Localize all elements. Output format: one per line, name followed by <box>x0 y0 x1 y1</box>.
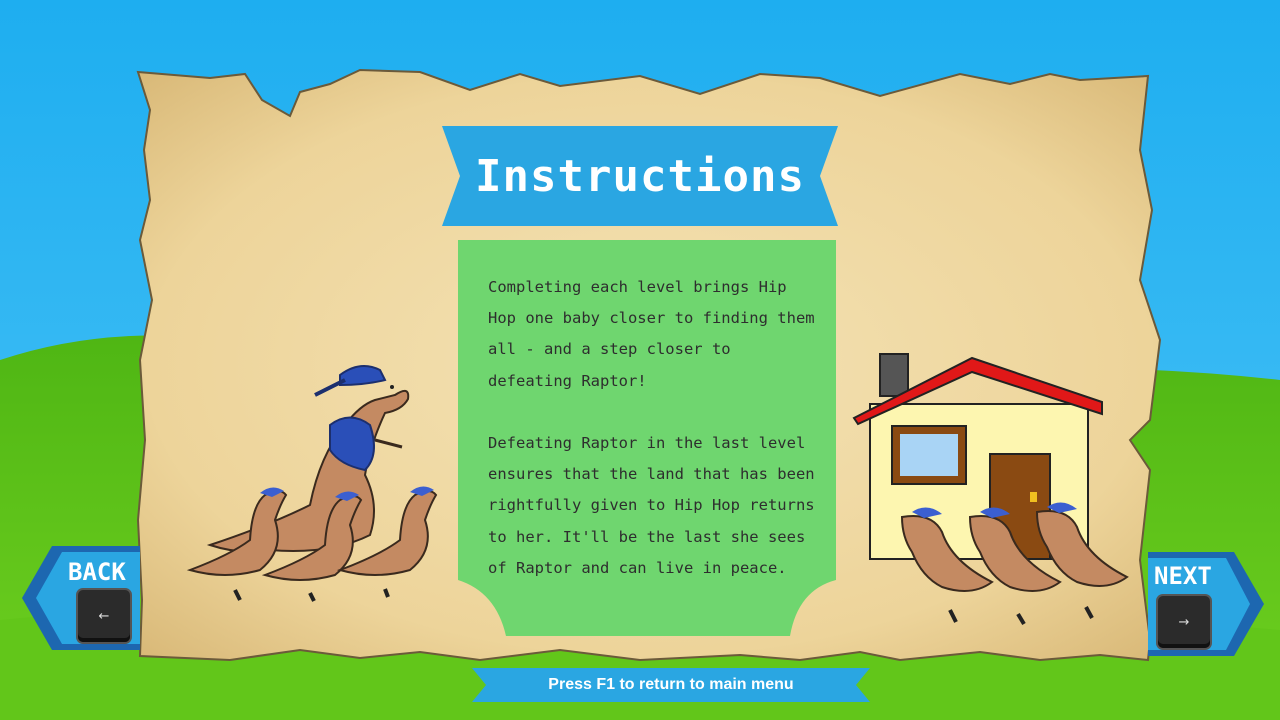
page-title: Instructions <box>475 150 805 202</box>
instructions-text: Completing each level brings Hip Hop one… <box>488 272 822 584</box>
left-arrow-key-icon: ← <box>78 590 130 642</box>
instructions-paragraph-2: Defeating Raptor in the last level ensur… <box>488 434 815 577</box>
return-to-menu-hint: Press F1 to return to main menu <box>548 676 794 693</box>
instructions-paragraph-1: Completing each level brings Hip Hop one… <box>488 278 815 390</box>
back-button[interactable]: BACK ← <box>22 546 140 650</box>
kangaroo-mother-icon <box>206 365 410 553</box>
next-label: NEXT <box>1154 562 1212 590</box>
right-arrow-key-icon: → <box>1158 596 1210 648</box>
next-button[interactable]: NEXT → <box>1148 552 1264 656</box>
back-label: BACK <box>68 558 126 586</box>
kangaroo-family-illustration <box>186 365 438 602</box>
house-illustration <box>852 353 1129 626</box>
